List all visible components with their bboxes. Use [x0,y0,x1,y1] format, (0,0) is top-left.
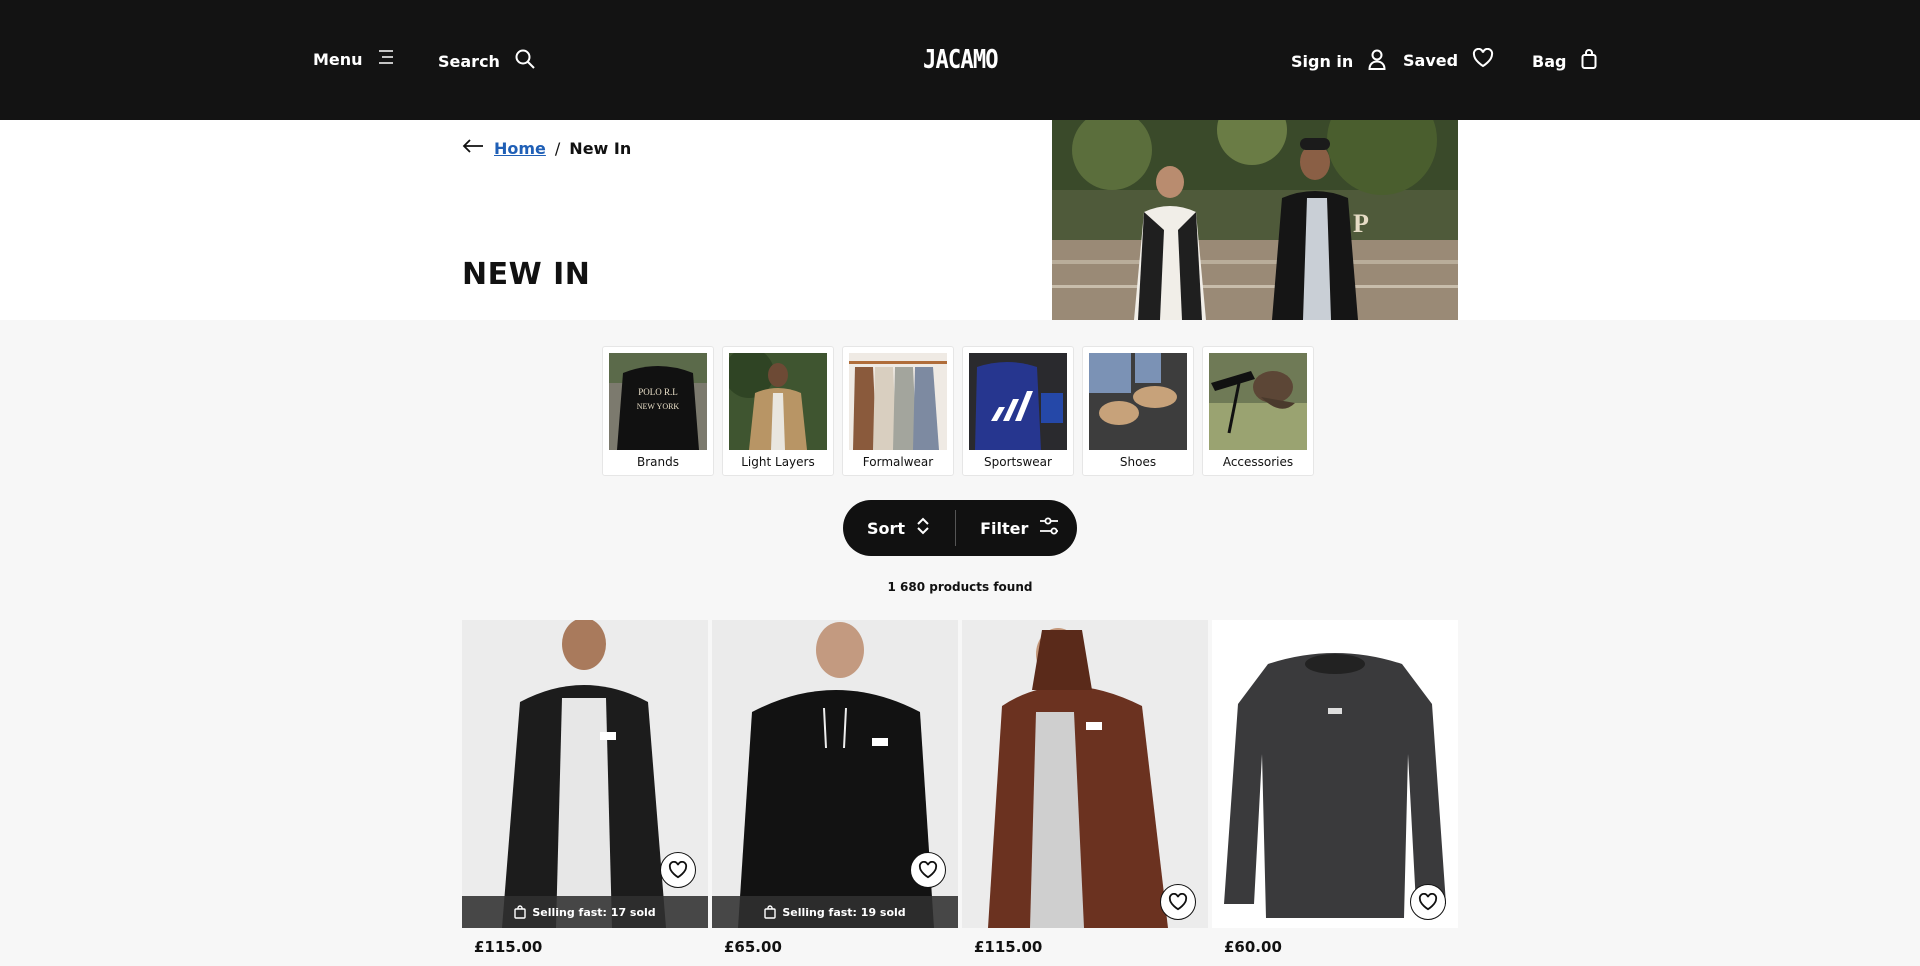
jacamo-logo[interactable]: JACAMO [923,45,999,75]
filter-button[interactable]: Filter [980,516,1060,540]
category-label: Brands [637,455,679,469]
category-label: Formalwear [862,455,934,469]
bag-label: Bag [1532,51,1567,71]
user-icon [1367,48,1387,74]
breadcrumb-separator: / [554,138,561,158]
menu-label: Menu [313,49,363,69]
site-header: Menu Search JACAMO Sign in Saved Bag [0,0,1920,120]
breadcrumb-current: New In [569,138,632,158]
save-heart-button[interactable] [1160,884,1196,920]
category-sportswear-image [969,353,1067,450]
product-image[interactable]: Selling fast: 19 sold [712,620,958,928]
search-button[interactable]: Search [438,48,536,74]
filter-label: Filter [980,518,1029,538]
heart-plus-icon [668,861,688,879]
product-image[interactable] [962,620,1208,928]
sort-chevrons-icon [915,516,931,540]
product-price: £115.00 [474,938,543,956]
svg-text:POLO R.L: POLO R.L [638,387,678,397]
signin-button[interactable]: Sign in [1291,48,1387,74]
category-label: Light Layers [741,455,815,469]
arrow-left-icon[interactable] [462,138,484,158]
product-count: 1 680 products found [887,580,1033,594]
product-price: £60.00 [1224,938,1282,956]
saved-label: Saved [1403,50,1459,70]
category-accessories-image [1209,353,1307,450]
product-grid: Selling fast: 17 sold £115.00 Selling fa… [462,620,1458,966]
product-card[interactable]: £60.00 [1212,620,1458,966]
breadcrumb: Home / New In [462,138,631,158]
category-label: Accessories [1222,455,1294,469]
svg-text:NEW YORK: NEW YORK [637,402,680,411]
hero-image: P [1052,120,1458,320]
product-image[interactable]: Selling fast: 17 sold [462,620,708,928]
category-formalwear[interactable]: Formalwear [842,346,954,476]
save-heart-button[interactable] [910,852,946,888]
product-card[interactable]: Selling fast: 17 sold £115.00 [462,620,708,966]
product-card[interactable]: £115.00 [962,620,1208,966]
category-shoes[interactable]: Shoes [1082,346,1194,476]
category-label: Shoes [1119,455,1157,469]
heart-plus-icon [1168,893,1188,911]
breadcrumb-home-link[interactable]: Home [494,139,546,158]
selling-fast-badge: Selling fast: 19 sold [712,896,958,928]
sort-filter-bar: Sort Filter [843,500,1077,556]
filter-sliders-icon [1038,516,1060,540]
product-price: £115.00 [974,938,1043,956]
heart-icon [1472,47,1494,72]
category-brands-image: POLO R.L NEW YORK [609,353,707,450]
category-sportswear[interactable]: Sportswear [962,346,1074,476]
sort-button[interactable]: Sort [867,516,931,540]
category-light-layers-image [729,353,827,450]
page-title: NEW IN [462,257,591,292]
category-light-layers[interactable]: Light Layers [722,346,834,476]
svg-text:P: P [1353,209,1369,238]
heart-plus-icon [1418,893,1438,911]
save-heart-button[interactable] [1410,884,1446,920]
save-heart-button[interactable] [660,852,696,888]
category-accessories[interactable]: Accessories [1202,346,1314,476]
signin-label: Sign in [1291,51,1354,71]
sort-label: Sort [867,518,906,538]
category-formalwear-image [849,353,947,450]
heart-plus-icon [918,861,938,879]
bag-small-icon [514,905,527,919]
bag-button[interactable]: Bag [1532,48,1598,74]
bag-icon [1580,48,1598,74]
badge-text: Selling fast: 17 sold [532,905,656,919]
bag-small-icon [764,905,777,919]
product-card[interactable]: Selling fast: 19 sold £65.00 [712,620,958,966]
badge-text: Selling fast: 19 sold [782,905,906,919]
hero-banner [0,120,1920,320]
search-icon [514,48,536,74]
menu-button[interactable]: Menu [313,48,395,70]
product-image[interactable] [1212,620,1458,928]
category-label: Sportswear [984,455,1052,469]
selling-fast-badge: Selling fast: 17 sold [462,896,708,928]
hamburger-icon [377,48,395,70]
saved-button[interactable]: Saved [1403,47,1494,72]
category-shoes-image [1089,353,1187,450]
category-tiles: POLO R.L NEW YORK Brands Light Layers Fo… [602,346,1314,476]
sort-filter-divider [955,510,957,546]
product-price: £65.00 [724,938,782,956]
category-brands[interactable]: POLO R.L NEW YORK Brands [602,346,714,476]
search-label: Search [438,51,500,71]
